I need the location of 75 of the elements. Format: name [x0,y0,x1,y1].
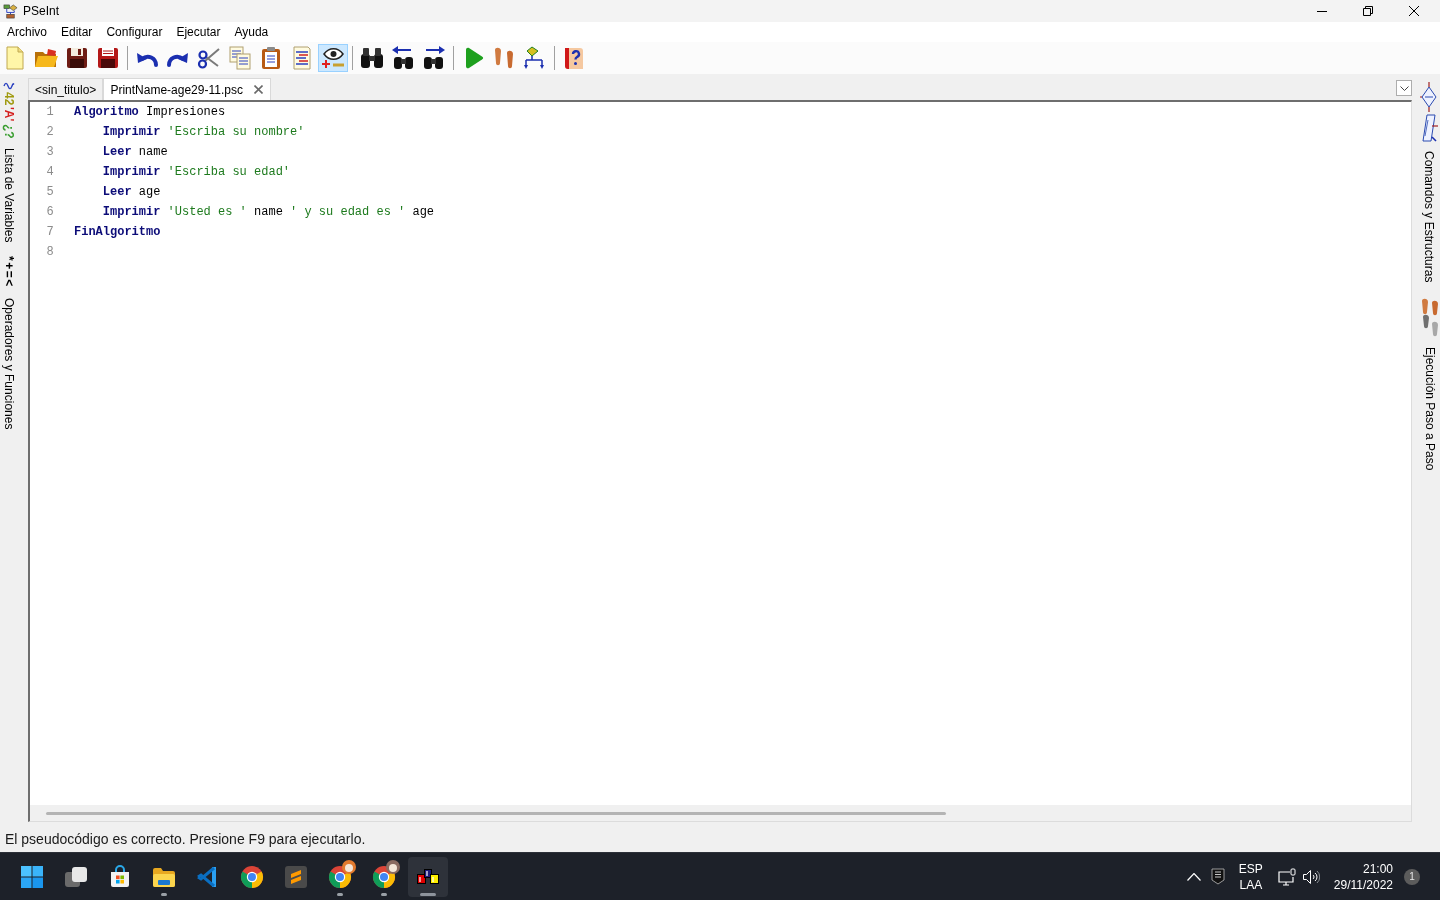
shield-logo-icon[interactable] [1210,868,1225,885]
code-editor[interactable]: 1 Algoritmo Impresiones 2 Imprimir 'Escriba su nombre' 3 Leer name 4 Imprimir 'Escriba su edad' 5 Leer age 6 Imprimir 'Usted es ' name ' y su edad es ' age 7 FinAlgoritmo 8 [28,100,1412,822]
eye-icon [321,46,345,70]
browser-icon [240,864,264,889]
minimize-icon [1317,10,1327,12]
monitor-icon[interactable] [1277,867,1296,886]
profile-avatar-icon [342,859,356,874]
side-panel-tab[interactable]: 42 'A' ¿? Lista de Variables [2,82,16,243]
line-number: 2 [45,125,55,139]
menu-item[interactable]: Archivo [0,23,54,41]
file-tab[interactable]: <sin_titulo> [28,78,104,100]
line-number: 7 [45,225,55,239]
watch-button[interactable] [318,44,348,72]
language-button[interactable]: ESP LAA [1238,860,1263,893]
menu-item[interactable]: Ayuda [227,23,276,41]
notification-count[interactable]: 1 [1404,868,1420,885]
parallelogram-icon [1420,114,1438,142]
symbol-label: *+=< [2,255,16,288]
blank-page-icon [3,46,27,70]
text-editor-icon [284,864,308,889]
menu-item[interactable]: Ejecutar [169,23,228,41]
binoculars-icon [391,46,415,70]
profile-avatar-icon [386,859,400,874]
side-panel-tab[interactable]: Comandos y Estructuras [1420,82,1438,283]
line-number: 8 [45,245,55,259]
app-button[interactable] [408,856,448,897]
scissors-icon [197,46,221,70]
line-number: 6 [45,205,55,219]
binoculars-icon [422,46,446,70]
code-line: Algoritmo Impresiones [74,105,226,119]
symbol-label: 'A' [2,107,16,122]
four-squares-icon [20,864,44,889]
close-icon[interactable] [253,85,263,94]
code-line: Imprimir 'Usted es ' name ' y su edad es ' age [102,205,435,219]
close-icon [1409,6,1419,16]
line-number: 3 [45,145,55,159]
wave-icon [3,82,15,90]
code-line: Leer age [102,185,161,199]
restore-icon [1363,6,1373,16]
code-line: Imprimir 'Escriba su edad' [102,165,291,179]
symbol-label: ¿? [2,123,16,139]
symbol-label: 42 [2,92,16,106]
chevron-up-icon[interactable] [1186,872,1201,881]
line-number: 4 [45,165,55,179]
code-line: Leer name [102,145,168,159]
menu-item[interactable]: Configurar [99,23,170,41]
task-view-icon [64,864,88,889]
menu-item[interactable]: Editar [54,23,100,41]
code-line: FinAlgoritmo [74,225,161,239]
scrollbar-thumb[interactable] [46,811,946,815]
flowchart-icon [523,46,547,70]
folder-icon [34,46,58,70]
copy-icon [228,46,252,70]
code-line: Imprimir 'Escriba su nombre' [102,125,305,139]
file-tab[interactable]: PrintName-age29-11.psc [103,78,271,100]
help-icon [562,46,586,70]
side-panel-tab[interactable]: Ejecución Paso a Paso [1420,298,1440,471]
footprints-icon [492,46,516,70]
line-number: 1 [45,105,55,119]
footprints-icon [1420,298,1440,339]
line-number: 5 [45,185,55,199]
status-message: El pseudocódigo es correcto. Presione F9 para ejecutarlo. [5,831,366,847]
clock-button[interactable]: 21:00 29/11/2022 [1325,860,1401,893]
clipboard-icon [259,46,283,70]
tab-list-button[interactable] [1396,80,1412,96]
lined-page-icon [290,46,314,70]
horizontal-scrollbar[interactable] [30,805,1411,821]
app-logo-icon [3,3,18,19]
window-title: PSeInt [23,4,60,18]
flowchart-node-icon [1420,82,1438,112]
chevron-down-icon [1399,85,1409,91]
side-panel-tab[interactable]: *+=< Operadores y Funciones [2,255,16,429]
speaker-icon[interactable] [1301,868,1320,885]
shopping-bag-icon [108,864,132,889]
binoculars-icon [360,46,384,70]
